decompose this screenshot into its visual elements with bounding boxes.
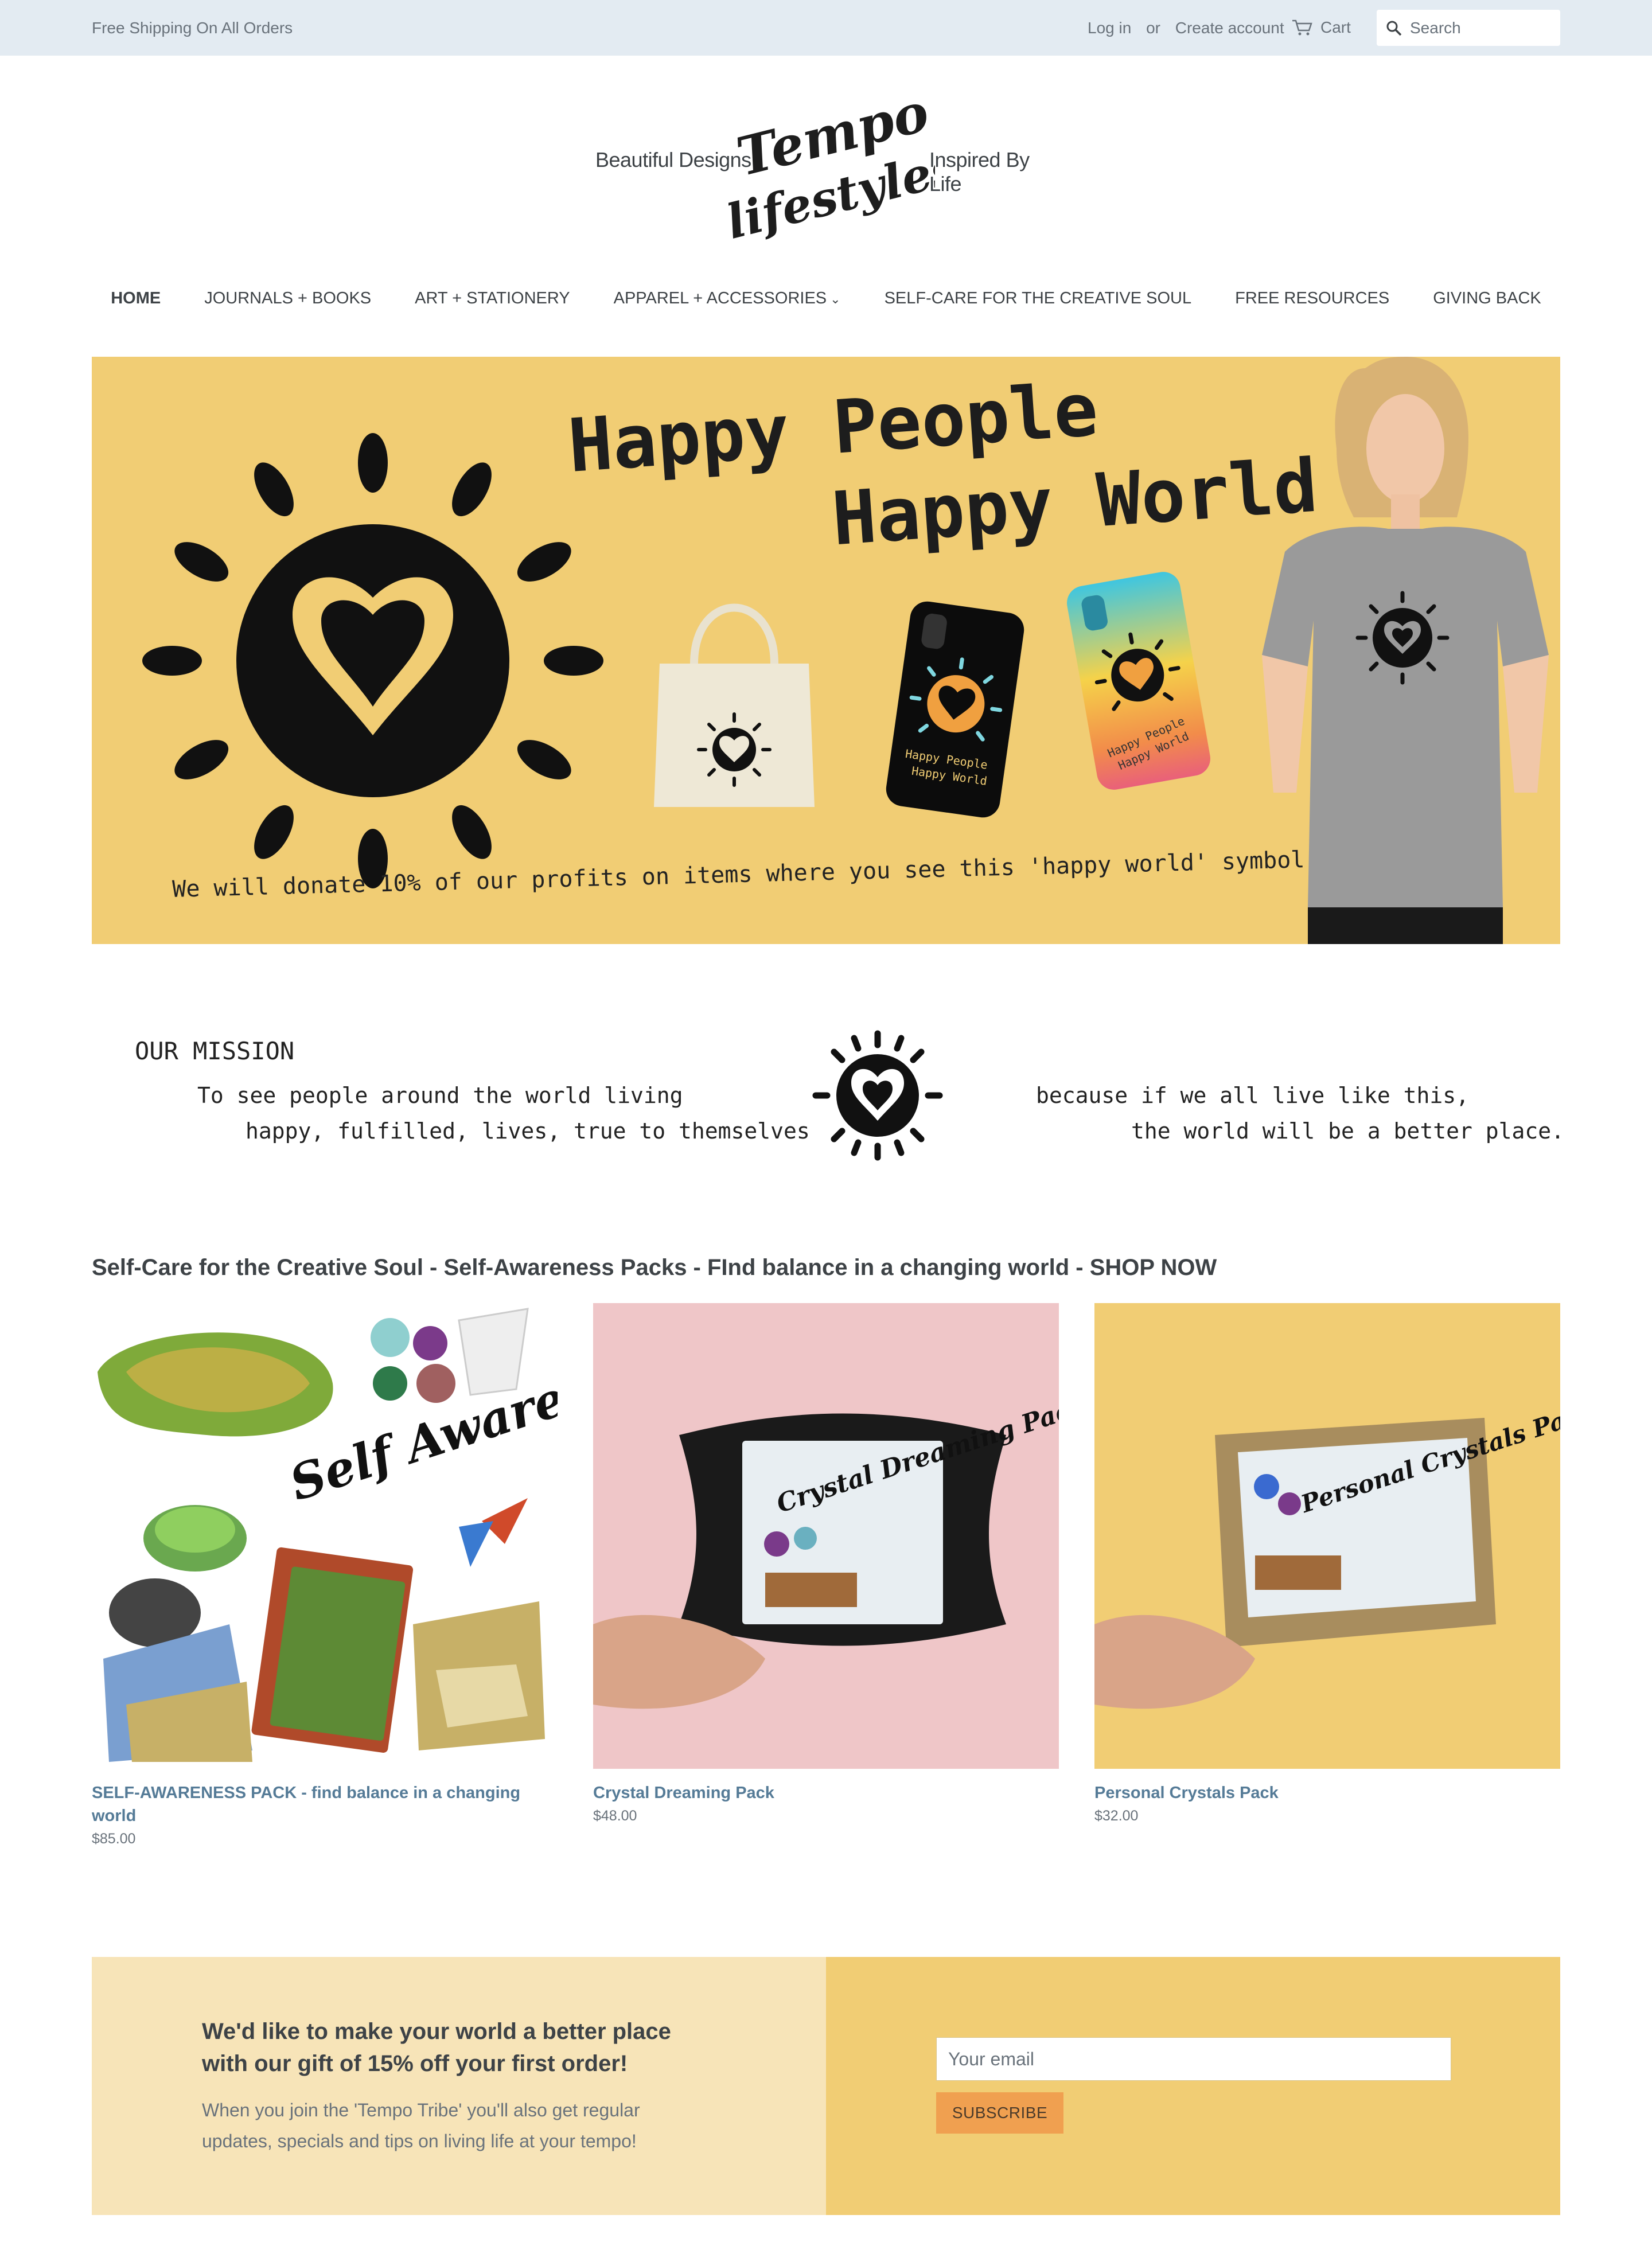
product-price: $32.00 (1094, 1808, 1139, 1824)
crystal-dreaming-pack-illustration: Crystal Dreaming Pack (593, 1390, 1059, 1709)
newsletter-body: When you join the 'Tempo Tribe' you'll a… (202, 2100, 640, 2151)
newsletter-email-input[interactable] (936, 2037, 1451, 2081)
site-logo[interactable]: Beautiful Designs Tempo lifestyles Inspi… (591, 86, 1061, 247)
or-text: or (1146, 19, 1160, 37)
newsletter-section: We'd like to make your world a better pl… (92, 1957, 1560, 2215)
happy-world-sun-icon (812, 1030, 943, 1161)
subscribe-button[interactable]: SUBSCRIBE (936, 2092, 1063, 2134)
create-account-link[interactable]: Create account (1175, 19, 1284, 37)
main-navigation: HOME JOURNALS + BOOKS ART + STATIONERY A… (0, 281, 1652, 315)
phone-case-colorful-image: Happy People Happy World (1067, 572, 1210, 790)
login-link[interactable]: Log in (1088, 19, 1131, 37)
nav-journals-books[interactable]: JOURNALS + BOOKS (204, 289, 371, 308)
product-price: $85.00 (92, 1831, 136, 1847)
logo-tagline-left: Beautiful Designs (595, 148, 751, 171)
product-image-self-awareness[interactable]: Self Awareness Pack (92, 1303, 558, 1769)
newsletter-form-panel (826, 1957, 1560, 2215)
nav-giving-back[interactable]: GIVING BACK (1433, 289, 1541, 308)
cart-link[interactable]: Cart (1292, 17, 1351, 38)
mission-line-3: because if we all live like this, (1036, 1083, 1469, 1108)
nav-free-resources[interactable]: FREE RESOURCES (1235, 289, 1389, 308)
search-icon[interactable] (1386, 20, 1402, 36)
cart-label: Cart (1320, 18, 1351, 36)
phone-case-black-image: Happy People Happy World (886, 601, 1024, 818)
tote-bag-image (654, 603, 815, 807)
product-card[interactable]: Crystal Dreaming Pack Crystal Dreaming P… (593, 1303, 1059, 1824)
logo-tagline-right: Inspired By Life (929, 148, 1030, 196)
product-title[interactable]: Crystal Dreaming Pack (593, 1781, 1059, 1804)
newsletter-headline: We'd like to make your world a better pl… (202, 2019, 671, 2076)
mission-line-4: the world will be a better place. (1131, 1118, 1564, 1144)
nav-self-care[interactable]: SELF-CARE FOR THE CREATIVE SOUL (885, 289, 1192, 308)
mission-line-2: happy, fulfilled, lives, true to themsel… (246, 1118, 810, 1144)
product-card[interactable]: Self Awareness Pack SELF-AWARENESS PACK … (92, 1303, 558, 1847)
hero-banner[interactable]: Happy People Happy World Happy People Ha… (92, 357, 1560, 944)
nav-apparel-accessories[interactable]: APPAREL + ACCESSORIES ⌄ (614, 289, 841, 308)
product-image-crystal-dreaming[interactable]: Crystal Dreaming Pack (593, 1303, 1059, 1769)
product-price: $48.00 (593, 1808, 637, 1824)
newsletter-text-panel (92, 1957, 826, 2215)
nav-apparel-label: APPAREL + ACCESSORIES (613, 288, 827, 307)
search-input[interactable] (1410, 18, 1553, 37)
collection-heading[interactable]: Self-Care for the Creative Soul - Self-A… (92, 1255, 1217, 1281)
product-image-personal-crystals[interactable]: Personal Crystals Pack (1094, 1303, 1560, 1769)
chevron-down-icon: ⌄ (830, 291, 841, 306)
search-box[interactable] (1377, 10, 1560, 46)
happy-world-sun-icon (142, 433, 603, 888)
free-shipping-text: Free Shipping On All Orders (92, 19, 293, 37)
nav-art-stationery[interactable]: ART + STATIONERY (415, 289, 570, 308)
logo-wordmark: Tempo lifestyles (728, 91, 935, 245)
product-title[interactable]: SELF-AWARENESS PACK - find balance in a … (92, 1781, 558, 1827)
personal-crystals-pack-illustration: Personal Crystals Pack (1094, 1397, 1560, 1709)
product-card[interactable]: Personal Crystals Pack Personal Crystals… (1094, 1303, 1560, 1824)
mission-line-1: To see people around the world living (197, 1083, 683, 1108)
product-title[interactable]: Personal Crystals Pack (1094, 1781, 1560, 1804)
self-awareness-pack-illustration: Self Awareness Pack (98, 1303, 558, 1762)
cart-icon (1292, 20, 1312, 36)
announcement-bar: Free Shipping On All Orders Log in or Cr… (0, 0, 1652, 56)
account-links: Log in or Create account (1088, 0, 1295, 56)
nav-home[interactable]: HOME (111, 289, 161, 308)
mission-title: OUR MISSION (135, 1037, 295, 1065)
